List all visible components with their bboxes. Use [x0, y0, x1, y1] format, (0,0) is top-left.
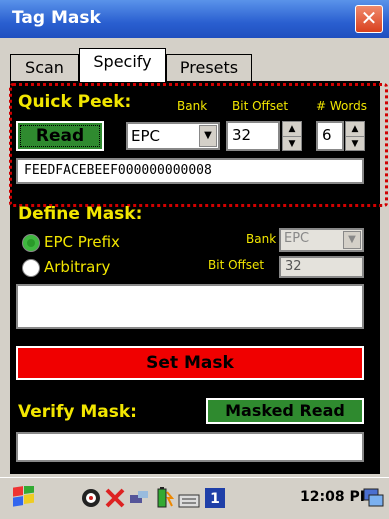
start-flag-icon[interactable]	[10, 486, 38, 510]
mask-bit-offset-label: Bit Offset	[208, 258, 265, 272]
quick-peek-data-field[interactable]: FEEDFACEBEEF000000000008	[16, 158, 364, 184]
radio-arbitrary-label[interactable]: Arbitrary	[44, 258, 110, 276]
tab-scan[interactable]: Scan	[10, 54, 79, 82]
quick-peek-heading: Quick Peek:	[18, 92, 132, 112]
radio-arbitrary[interactable]	[22, 259, 40, 277]
chevron-down-icon[interactable]: ▼	[199, 125, 217, 147]
define-mask-heading: Define Mask:	[18, 204, 143, 224]
network-icon[interactable]	[80, 487, 102, 509]
svg-text:1: 1	[210, 491, 220, 507]
read-button[interactable]: Read	[16, 121, 104, 151]
mask-bank-label: Bank	[246, 232, 277, 246]
bank-select[interactable]: EPC ▼	[126, 122, 220, 150]
title-bar: Tag Mask ✕	[0, 0, 389, 38]
keyboard-icon[interactable]	[178, 487, 200, 509]
bit-offset-label: Bit Offset	[232, 99, 289, 113]
bank-label: Bank	[177, 99, 208, 113]
battery-icon[interactable]	[152, 486, 174, 510]
verify-result-field[interactable]	[16, 432, 364, 462]
tab-specify[interactable]: Specify	[79, 48, 166, 82]
spin-up-icon[interactable]: ▲	[283, 122, 301, 137]
chevron-down-icon[interactable]: ▼	[343, 231, 361, 249]
set-mask-button[interactable]: Set Mask	[16, 346, 364, 380]
window-title: Tag Mask	[12, 8, 101, 28]
mask-value-field[interactable]	[16, 284, 364, 329]
mask-bit-offset-field[interactable]: 32	[279, 256, 364, 278]
radio-epc-prefix-label[interactable]: EPC Prefix	[44, 233, 120, 251]
tab-presets[interactable]: Presets	[166, 54, 252, 82]
spin-down-icon[interactable]: ▼	[346, 137, 364, 151]
masked-read-button[interactable]: Masked Read	[206, 398, 364, 424]
words-input[interactable]: 6	[316, 121, 344, 151]
number-one-icon[interactable]: 1	[204, 487, 226, 509]
bit-offset-input[interactable]: 32	[226, 121, 280, 151]
radio-epc-prefix[interactable]	[22, 234, 40, 252]
close-button[interactable]: ✕	[355, 5, 383, 33]
spin-down-icon[interactable]: ▼	[283, 137, 301, 151]
connection-icon[interactable]	[128, 487, 150, 509]
mask-bank-select[interactable]: EPC ▼	[279, 228, 364, 252]
verify-mask-heading: Verify Mask:	[18, 402, 137, 422]
mask-bank-value: EPC	[284, 231, 310, 246]
tab-strip: Scan Specify Presets	[10, 46, 380, 82]
words-label: # Words	[316, 99, 367, 113]
taskbar: 1 12:08 PM	[0, 477, 389, 519]
spin-up-icon[interactable]: ▲	[346, 122, 364, 137]
words-spinner[interactable]: ▲ ▼	[345, 121, 365, 151]
desktop-icon[interactable]	[362, 487, 384, 509]
bank-select-value: EPC	[131, 127, 160, 145]
bit-offset-spinner[interactable]: ▲ ▼	[282, 121, 302, 151]
tools-icon[interactable]	[104, 487, 126, 509]
